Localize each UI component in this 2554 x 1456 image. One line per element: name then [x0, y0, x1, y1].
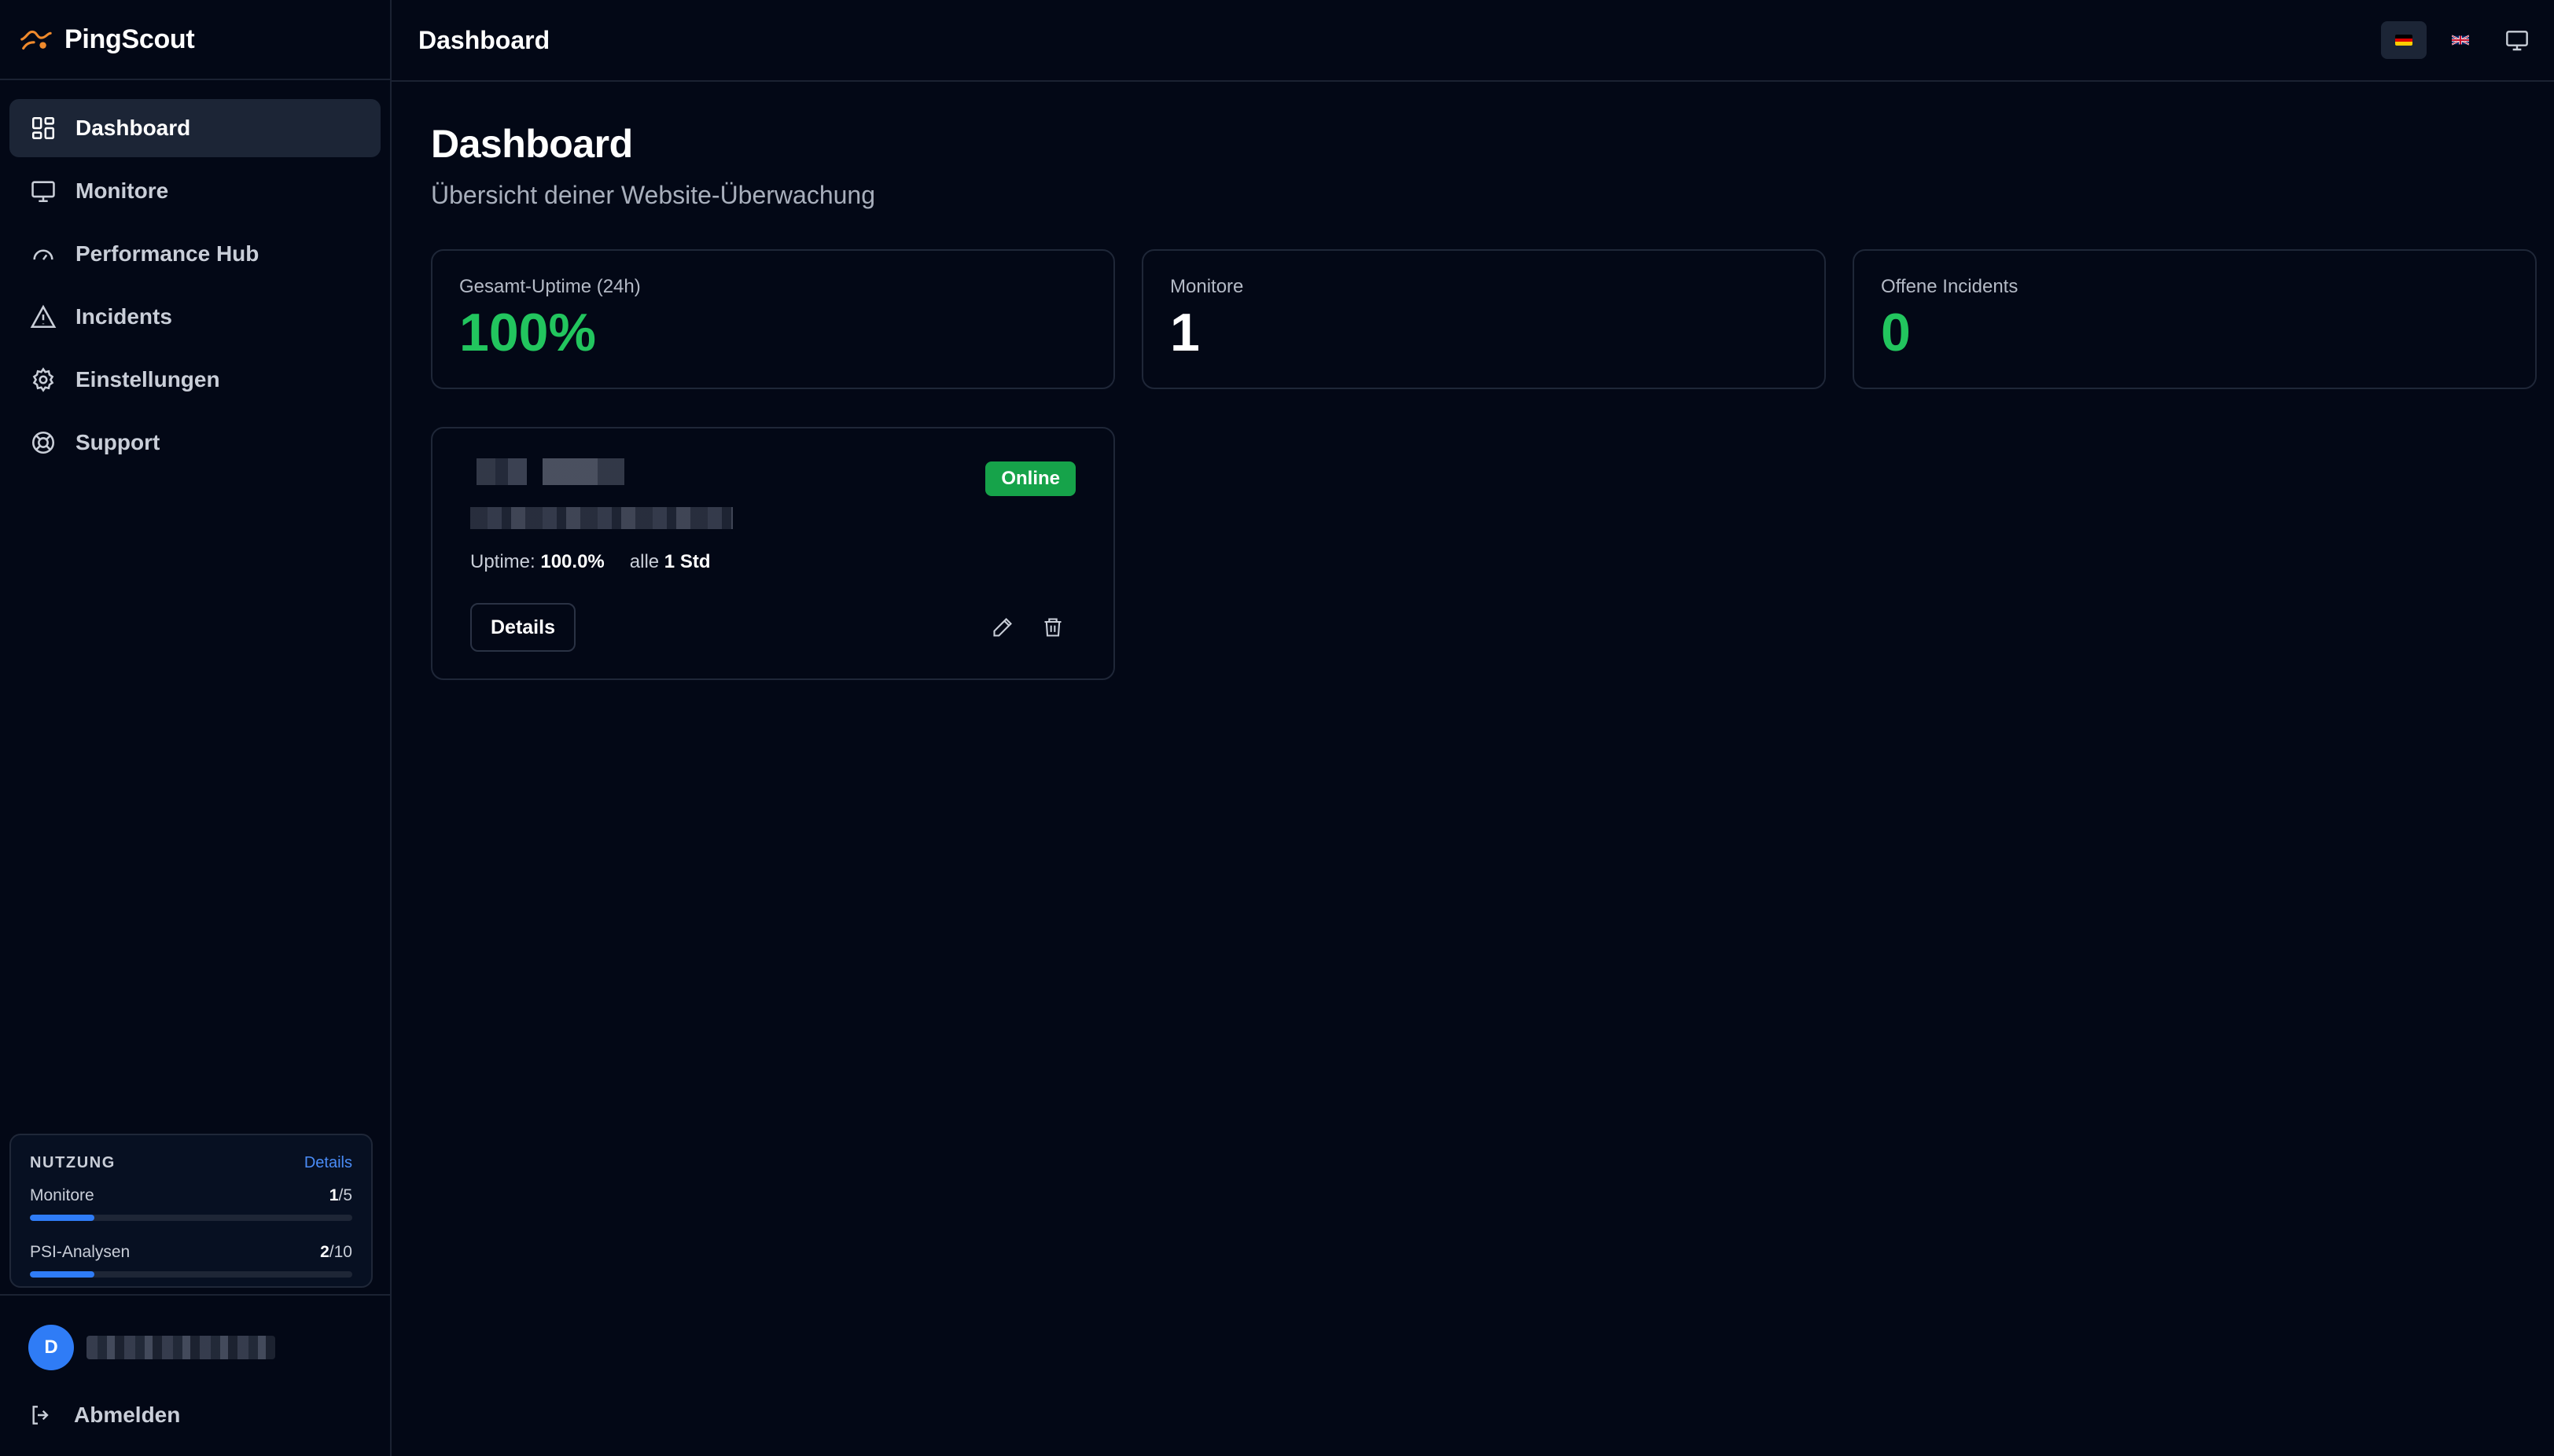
sidebar-item-label: Einstellungen	[75, 367, 220, 392]
dashboard-grid-icon	[31, 116, 55, 140]
topbar: Dashboard	[392, 0, 2554, 82]
topbar-actions	[2381, 21, 2540, 59]
usage-monitors-label: Monitore	[30, 1186, 94, 1204]
logout-label: Abmelden	[74, 1403, 181, 1427]
usage-monitors-progress	[30, 1215, 352, 1221]
stat-card-uptime: Gesamt-Uptime (24h) 100%	[431, 249, 1115, 389]
sidebar-item-dashboard[interactable]: Dashboard	[9, 99, 381, 157]
monitor-card: Online Uptime: 100.0% alle 1 Std Details	[431, 427, 1115, 680]
usage-psi-progress	[30, 1271, 352, 1278]
trash-icon	[1044, 618, 1062, 637]
uk-flag-icon	[2452, 35, 2469, 46]
lifebuoy-icon	[31, 431, 55, 454]
usage-row-monitors: Monitore 1/5	[30, 1186, 352, 1205]
usage-psi-count: 2/10	[320, 1243, 352, 1261]
usage-details-link[interactable]: Details	[304, 1154, 352, 1172]
monitor-icon-actions	[989, 614, 1066, 641]
monitor-card-actions: Details	[470, 603, 1076, 652]
sidebar-nav: Dashboard Monitore Performance Hub Incid…	[0, 80, 390, 472]
logout-icon	[32, 1406, 49, 1425]
stat-value-incidents: 0	[1881, 303, 1911, 362]
german-flag-icon	[2395, 35, 2412, 46]
stat-card-monitors: Monitore 1	[1142, 249, 1826, 389]
monitor-icon	[31, 181, 55, 203]
sidebar: PingScout Dashboard Monitore Performance…	[0, 0, 392, 1456]
display-icon	[2506, 31, 2528, 51]
gauge-icon	[33, 249, 53, 260]
page-title: Dashboard	[431, 122, 633, 166]
sidebar-item-support[interactable]: Support	[9, 414, 381, 472]
monitor-uptime: Uptime: 100.0%	[470, 551, 605, 572]
stat-value-uptime: 100%	[459, 303, 596, 362]
main-area: Dashboard Dashboard Übersicht deiner Web…	[392, 0, 2554, 1456]
language-en-button[interactable]	[2438, 21, 2483, 59]
display-mode-button[interactable]	[2494, 21, 2540, 59]
usage-title: NUTZUNG	[30, 1154, 116, 1171]
logout-button[interactable]: Abmelden	[28, 1403, 390, 1428]
monitor-interval: alle 1 Std	[629, 551, 711, 572]
details-button[interactable]: Details	[470, 603, 576, 652]
sidebar-item-performance-hub[interactable]: Performance Hub	[9, 225, 381, 283]
gear-icon	[32, 367, 54, 392]
stat-label: Offene Incidents	[1881, 276, 2019, 297]
usage-psi-label: PSI-Analysen	[30, 1243, 131, 1261]
topbar-title: Dashboard	[418, 25, 550, 54]
usage-psi-progress-fill	[30, 1271, 94, 1278]
usage-monitors-progress-fill	[30, 1215, 94, 1221]
delete-button[interactable]	[1040, 614, 1066, 641]
app-name: PingScout	[64, 24, 195, 54]
dashboard-content: Dashboard Übersicht deiner Website-Überw…	[392, 82, 2554, 680]
stat-label: Monitore	[1170, 276, 1244, 297]
monitor-meta: Uptime: 100.0% alle 1 Std	[470, 551, 1076, 573]
sidebar-item-label: Incidents	[75, 304, 172, 329]
user-profile[interactable]: D	[28, 1324, 390, 1371]
pencil-icon	[993, 618, 1012, 637]
stat-value-monitors: 1	[1170, 303, 1200, 362]
warning-triangle-icon	[30, 304, 57, 329]
edit-button[interactable]	[989, 614, 1016, 641]
sidebar-item-incidents[interactable]: Incidents	[9, 288, 381, 346]
sidebar-item-monitore[interactable]: Monitore	[9, 162, 381, 220]
stats-row: Gesamt-Uptime (24h) 100% Monitore 1 Offe…	[431, 249, 2537, 389]
user-name-redacted	[86, 1336, 275, 1359]
stat-label: Gesamt-Uptime (24h)	[459, 276, 641, 297]
usage-panel: NUTZUNG Details Monitore 1/5 PSI-Analyse…	[9, 1134, 373, 1288]
language-de-button[interactable]	[2381, 21, 2427, 59]
usage-monitors-count: 1/5	[329, 1186, 352, 1204]
sidebar-item-label: Dashboard	[75, 116, 191, 140]
sidebar-item-label: Support	[75, 430, 160, 454]
page-subtitle: Übersicht deiner Website-Überwachung	[431, 181, 876, 209]
sidebar-item-einstellungen[interactable]: Einstellungen	[9, 351, 381, 409]
pingscout-logo-icon	[20, 30, 52, 50]
avatar: D	[28, 1325, 74, 1370]
sidebar-item-label: Performance Hub	[75, 241, 259, 266]
monitor-name-redacted	[464, 458, 624, 485]
monitor-url-redacted	[470, 507, 733, 529]
usage-row-psi: PSI-Analysen 2/10	[30, 1243, 352, 1262]
brand[interactable]: PingScout	[0, 0, 390, 80]
usage-header: NUTZUNG Details	[30, 1154, 352, 1172]
stat-card-incidents: Offene Incidents 0	[1853, 249, 2537, 389]
sidebar-footer: D Abmelden	[0, 1294, 390, 1428]
app-root: PingScout Dashboard Monitore Performance…	[0, 0, 2554, 1456]
status-badge: Online	[985, 461, 1076, 496]
sidebar-item-label: Monitore	[75, 178, 169, 203]
